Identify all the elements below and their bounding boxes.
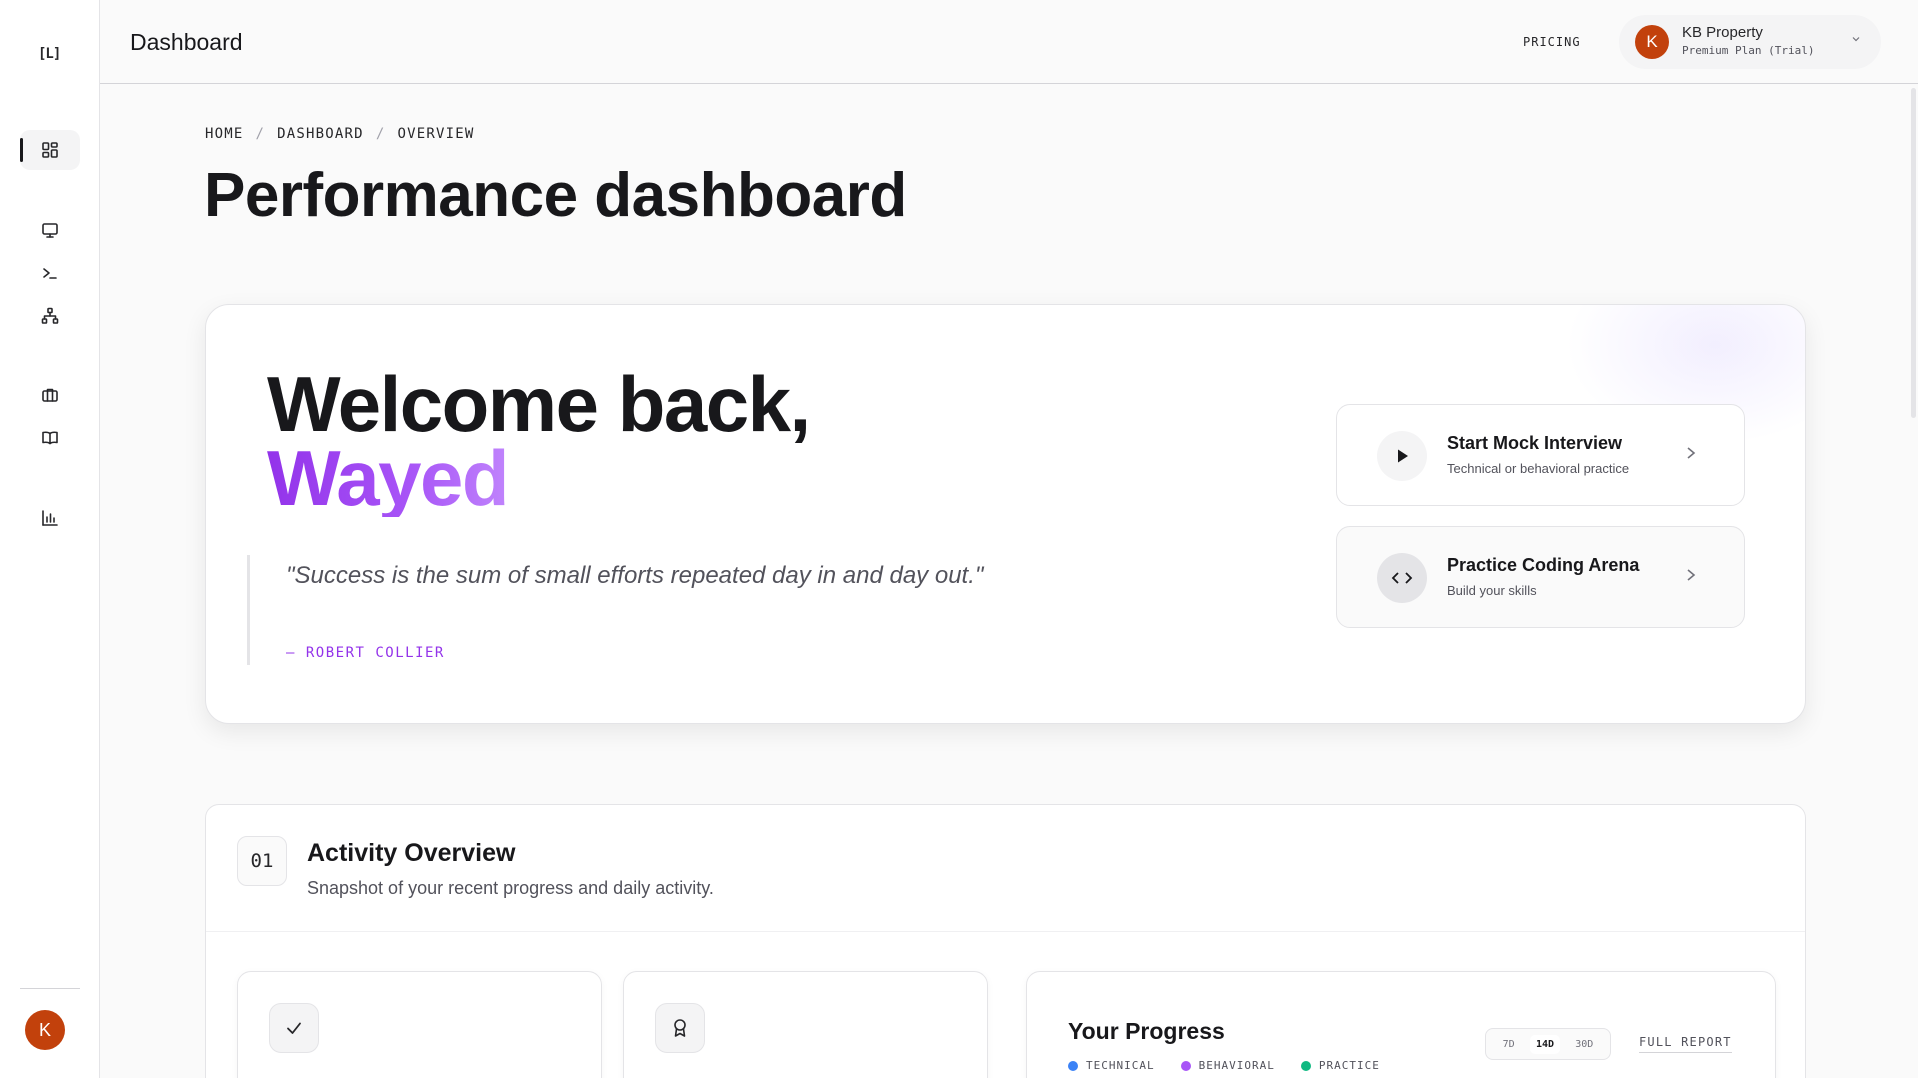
quote-author: — ROBERT COLLIER [286,645,445,661]
breadcrumb-overview: OVERVIEW [397,126,475,142]
pricing-link[interactable]: PRICING [1523,35,1581,49]
user-name: KB Property [1682,24,1763,41]
legend-dot [1180,1060,1191,1071]
briefcase-icon [42,388,58,402]
full-report-link[interactable]: FULL REPORT [1639,1035,1732,1053]
practice-coding-arena-button[interactable]: Practice Coding Arena Build your skills [1336,526,1745,628]
breadcrumb-separator: / [375,126,386,142]
action-subtitle: Build your skills [1447,583,1537,598]
chevron-right-icon [1687,447,1696,459]
quote-text: "Success is the sum of small efforts rep… [286,562,984,589]
legend-behavioral: BEHAVIORAL [1180,1059,1275,1072]
play-icon [1377,431,1427,481]
top-header: Dashboard PRICING K KB Property Premium … [100,0,1918,84]
book-open-icon [42,431,58,445]
progress-title: Your Progress [1068,1018,1225,1044]
breadcrumb-dashboard[interactable]: DASHBOARD [277,126,364,142]
range-14d[interactable]: 14D [1529,1034,1560,1054]
nav-mock-interview[interactable] [20,210,80,250]
sidebar: [L] K [0,0,100,1078]
monitor-icon [42,223,58,238]
hierarchy-icon [41,307,59,324]
nav-jobs[interactable] [20,375,80,415]
scrollbar-thumb[interactable] [1911,88,1916,418]
legend-label: TECHNICAL [1086,1059,1155,1072]
section-number: 01 [237,836,287,886]
nav-system-design[interactable] [20,296,80,336]
legend-label: PRACTICE [1318,1059,1380,1072]
welcome-card: Welcome back, Wayed "Success is the sum … [205,304,1806,724]
nav-analytics[interactable] [20,498,80,538]
breadcrumb-home[interactable]: HOME [205,126,244,142]
avatar[interactable]: K [25,1010,65,1050]
grid-icon [42,142,58,158]
stat-card-achievements [623,971,988,1078]
award-icon [655,1003,705,1053]
range-toggle: 7D 14D 30D [1485,1028,1611,1060]
action-subtitle: Technical or behavioral practice [1447,461,1630,476]
user-avatar: K [1635,25,1669,59]
legend-label: BEHAVIORAL [1198,1059,1275,1072]
legend-dot [1068,1060,1078,1071]
legend-dot [1300,1060,1311,1071]
page-title: Performance dashboard [204,161,907,230]
start-mock-interview-button[interactable]: Start Mock Interview Technical or behavi… [1336,404,1745,506]
user-first-name: Wayed [267,434,510,522]
range-7d[interactable]: 7D [1497,1035,1521,1054]
section-title: Activity Overview [307,839,516,867]
breadcrumb-separator: / [255,126,266,142]
section-divider [206,931,1805,932]
bar-chart-icon [42,510,58,526]
code-icon [1377,553,1427,603]
header-title: Dashboard [130,29,243,55]
stat-card-completed [237,971,602,1078]
progress-card: Your Progress TECHNICAL BEHAVIORAL PRACT… [1026,971,1776,1078]
legend-technical: TECHNICAL [1068,1059,1155,1072]
quote-border [247,555,250,665]
range-30d[interactable]: 30D [1569,1035,1599,1054]
nav-coding[interactable] [20,253,80,293]
activity-overview-section: 01 Activity Overview Snapshot of your re… [205,804,1806,1078]
legend-practice: PRACTICE [1300,1059,1380,1072]
action-title: Practice Coding Arena [1447,555,1640,575]
user-plan: Premium Plan (Trial) [1682,44,1815,57]
chevron-right-icon [1687,569,1696,581]
action-title: Start Mock Interview [1447,433,1623,453]
sidebar-divider [20,988,80,989]
welcome-heading: Welcome back, [267,360,811,448]
nav-dashboard[interactable] [20,130,80,170]
chevron-down-icon [1851,33,1861,47]
terminal-icon [43,268,57,279]
progress-legend: TECHNICAL BEHAVIORAL PRACTICE [1068,1059,1380,1072]
section-subtitle: Snapshot of your recent progress and dai… [307,878,714,898]
breadcrumb: HOME / DASHBOARD / OVERVIEW [205,126,475,142]
scrollbar[interactable] [1909,84,1918,1078]
app-logo[interactable]: [L] [38,46,61,62]
nav-resources[interactable] [20,418,80,458]
user-menu[interactable]: K KB Property Premium Plan (Trial) [1619,15,1881,69]
check-icon [269,1003,319,1053]
